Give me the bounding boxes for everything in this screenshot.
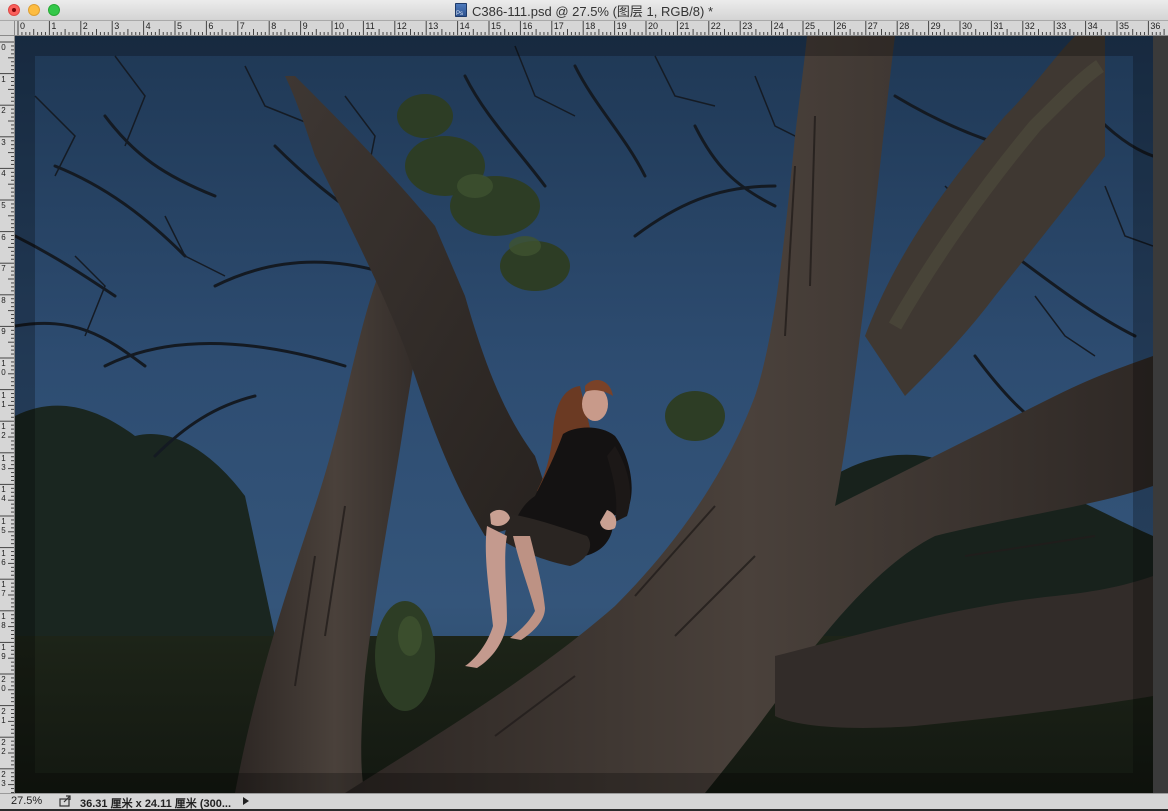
vertical-ruler[interactable]: 0 1 2 3 4 5 6 7 8 9 10 11 12 13 14 15 16 17 18 19 20 21 22 23 (0, 35, 15, 793)
ruler-label: 18 (585, 21, 596, 31)
status-bar: 27.5% 36.31 厘米 x 24.11 厘米 (300... (0, 793, 1168, 810)
ruler-label: 16 (522, 21, 533, 31)
document-size-info: 36.31 厘米 x 24.11 厘米 (300... (80, 798, 232, 810)
ruler-label: 1 (51, 21, 57, 31)
ruler-label: 32 (1024, 21, 1035, 31)
ruler-label: 14 (1, 485, 6, 504)
ruler-label: 18 (1, 611, 6, 630)
photo-image (15, 36, 1153, 793)
ruler-label: 36 (1150, 21, 1161, 31)
ruler-label: 16 (1, 548, 6, 567)
ruler-label: 0 (20, 21, 26, 31)
ruler-label: 27 (867, 21, 878, 31)
ruler-label: 25 (805, 21, 816, 31)
zoom-level-field[interactable]: 27.5% (11, 795, 42, 807)
ruler-label: 34 (1087, 21, 1098, 31)
ruler-label: 4 (145, 21, 151, 31)
ruler-label: 10 (334, 21, 345, 31)
ruler-label: 33 (1056, 21, 1067, 31)
ruler-label: 19 (616, 21, 627, 31)
ruler-label: 28 (899, 21, 910, 31)
ruler-label: 11 (365, 21, 375, 31)
ruler-label: 20 (648, 21, 659, 31)
ruler-label: 5 (177, 21, 183, 31)
ruler-label: 3 (114, 21, 120, 31)
ruler-label: 26 (836, 21, 847, 31)
ruler-label: 9 (302, 21, 308, 31)
canvas-background (1153, 36, 1168, 793)
ruler-label: 22 (1, 738, 6, 757)
ruler-label: 6 (1, 232, 6, 242)
ruler-origin[interactable] (0, 21, 15, 36)
ruler-label: 14 (459, 21, 470, 31)
ruler-label: 13 (428, 21, 439, 31)
ruler-label: 24 (773, 21, 784, 31)
psd-file-icon (454, 3, 467, 17)
ruler-label: 31 (993, 21, 1004, 31)
document-canvas[interactable] (15, 36, 1153, 793)
ruler-label: 6 (208, 21, 214, 31)
ruler-label: 35 (1119, 21, 1130, 31)
ruler-label: 17 (553, 21, 564, 31)
ruler-label: 8 (1, 295, 6, 305)
ruler-label: 8 (271, 21, 277, 31)
ruler-label: 22 (710, 21, 721, 31)
share-icon[interactable] (59, 795, 72, 807)
ruler-label: 2 (82, 21, 88, 31)
ruler-label: 13 (1, 453, 6, 472)
ruler-label: 30 (962, 21, 973, 31)
ruler-label: 19 (1, 643, 6, 662)
status-menu-arrow-icon[interactable] (243, 797, 249, 805)
ruler-label: 23 (742, 21, 753, 31)
ruler-label: 0 (1, 43, 6, 52)
title-bar: C386-111.psd @ 27.5% (图层 1, RGB/8) * (0, 0, 1168, 21)
ruler-label: 12 (396, 21, 407, 31)
ruler-label: 11 (1, 390, 6, 409)
ruler-label: 20 (1, 675, 6, 693)
ruler-label: 15 (1, 517, 6, 535)
ruler-label: 21 (679, 21, 690, 31)
window-title: C386-111.psd @ 27.5% (图层 1, RGB/8) * (471, 3, 714, 19)
ruler-label: 21 (1, 706, 6, 725)
ruler-label: 17 (1, 580, 6, 599)
ruler-label: 9 (1, 327, 6, 337)
horizontal-ruler[interactable]: 0 1 2 3 4 5 6 7 8 9 10 11 12 13 14 15 16 17 18 19 20 21 22 23 24… (0, 21, 1168, 36)
ruler-label: 4 (1, 169, 6, 179)
ruler-label: 1 (1, 74, 6, 84)
ruler-label: 5 (1, 201, 6, 210)
ruler-label: 29 (930, 21, 941, 31)
ruler-label: 7 (1, 264, 6, 274)
ruler-label: 12 (1, 422, 6, 441)
ruler-label: 7 (239, 21, 245, 31)
ruler-label: 23 (1, 769, 6, 788)
ruler-label: 2 (1, 106, 6, 116)
ruler-label: 15 (491, 21, 502, 31)
ruler-label: 10 (1, 359, 6, 377)
ruler-label: 3 (1, 137, 6, 147)
